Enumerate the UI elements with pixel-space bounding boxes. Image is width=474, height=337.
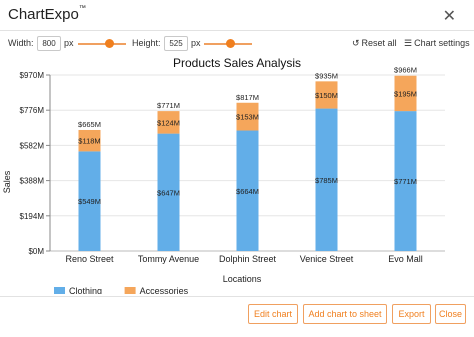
height-input[interactable]: 525 (164, 36, 188, 51)
height-slider-handle[interactable] (225, 39, 235, 48)
chart-settings-label: Chart settings (414, 38, 470, 48)
chart-settings-button[interactable]: ☰ Chart settings (404, 38, 470, 49)
data-label: $771M (394, 177, 417, 186)
footer-divider (0, 296, 474, 297)
data-label: $664M (236, 187, 259, 196)
trademark-mark: ™ (78, 5, 86, 12)
app-title-text: ChartExpo (8, 6, 79, 23)
app-title: ChartExpo™ (8, 5, 86, 23)
x-tick-label: Tommy Avenue (138, 254, 199, 264)
y-tick-label: $582M (20, 141, 45, 150)
width-input[interactable]: 800 (37, 36, 61, 51)
export-button[interactable]: Export (392, 304, 431, 324)
legend: Clothing Accessories (54, 286, 189, 294)
add-chart-to-sheet-button[interactable]: Add chart to sheet (303, 304, 387, 324)
x-axis-label: Locations (223, 274, 262, 284)
legend-label: Accessories (140, 286, 189, 294)
data-label: $647M (157, 188, 180, 197)
titlebar-divider (0, 30, 474, 31)
data-label: $118M (78, 137, 100, 146)
total-label: $771M (157, 101, 180, 110)
height-unit: px (191, 38, 201, 48)
reset-icon: ↺ (352, 38, 360, 48)
data-label: $785M (315, 176, 338, 185)
x-tick-label: Dolphin Street (219, 254, 277, 264)
edit-chart-button[interactable]: Edit chart (248, 304, 298, 324)
y-tick-label: $0M (28, 247, 44, 256)
total-label: $935M (315, 71, 338, 80)
window-titlebar: ChartExpo™ ✕ (0, 0, 474, 30)
y-tick-label: $388M (20, 177, 45, 186)
chart-area: Products Sales Analysis Sales Locations … (2, 56, 445, 294)
x-tick-label: Evo Mall (388, 254, 423, 264)
x-tick-label: Reno Street (65, 254, 114, 264)
y-tick-label: $970M (20, 71, 45, 80)
x-tick-label: Venice Street (300, 254, 354, 264)
width-slider-handle[interactable] (104, 39, 114, 48)
reset-all-button[interactable]: ↺ Reset all (352, 38, 397, 49)
data-label: $195M (394, 89, 417, 98)
bars: $549M $118M $665M $647M $124M $771M $664M $153M… (78, 66, 417, 252)
data-label: $150M (315, 91, 338, 100)
size-toolbar: Width: 800 px Height: 525 px ↺ Reset all … (0, 34, 474, 54)
y-tick-label: $776M (20, 106, 45, 115)
height-label: Height: (132, 38, 161, 48)
data-label: $549M (78, 197, 101, 206)
chart-title: Products Sales Analysis (173, 56, 301, 70)
total-label: $817M (236, 93, 259, 102)
close-button[interactable]: Close (435, 304, 466, 324)
total-label: $665M (78, 120, 101, 129)
total-label: $966M (394, 66, 417, 75)
width-label: Width: (8, 38, 34, 48)
settings-sliders-icon: ☰ (404, 38, 413, 48)
close-icon[interactable]: ✕ (443, 6, 456, 26)
width-unit: px (64, 38, 74, 48)
legend-swatch (124, 287, 136, 294)
legend-label: Clothing (69, 286, 102, 294)
data-label: $124M (157, 118, 180, 127)
legend-swatch (54, 287, 65, 294)
data-label: $153M (236, 113, 259, 122)
y-tick-label: $194M (20, 212, 45, 221)
reset-all-label: Reset all (361, 38, 397, 48)
y-axis-label: Sales (2, 170, 12, 193)
width-slider[interactable] (78, 43, 126, 45)
